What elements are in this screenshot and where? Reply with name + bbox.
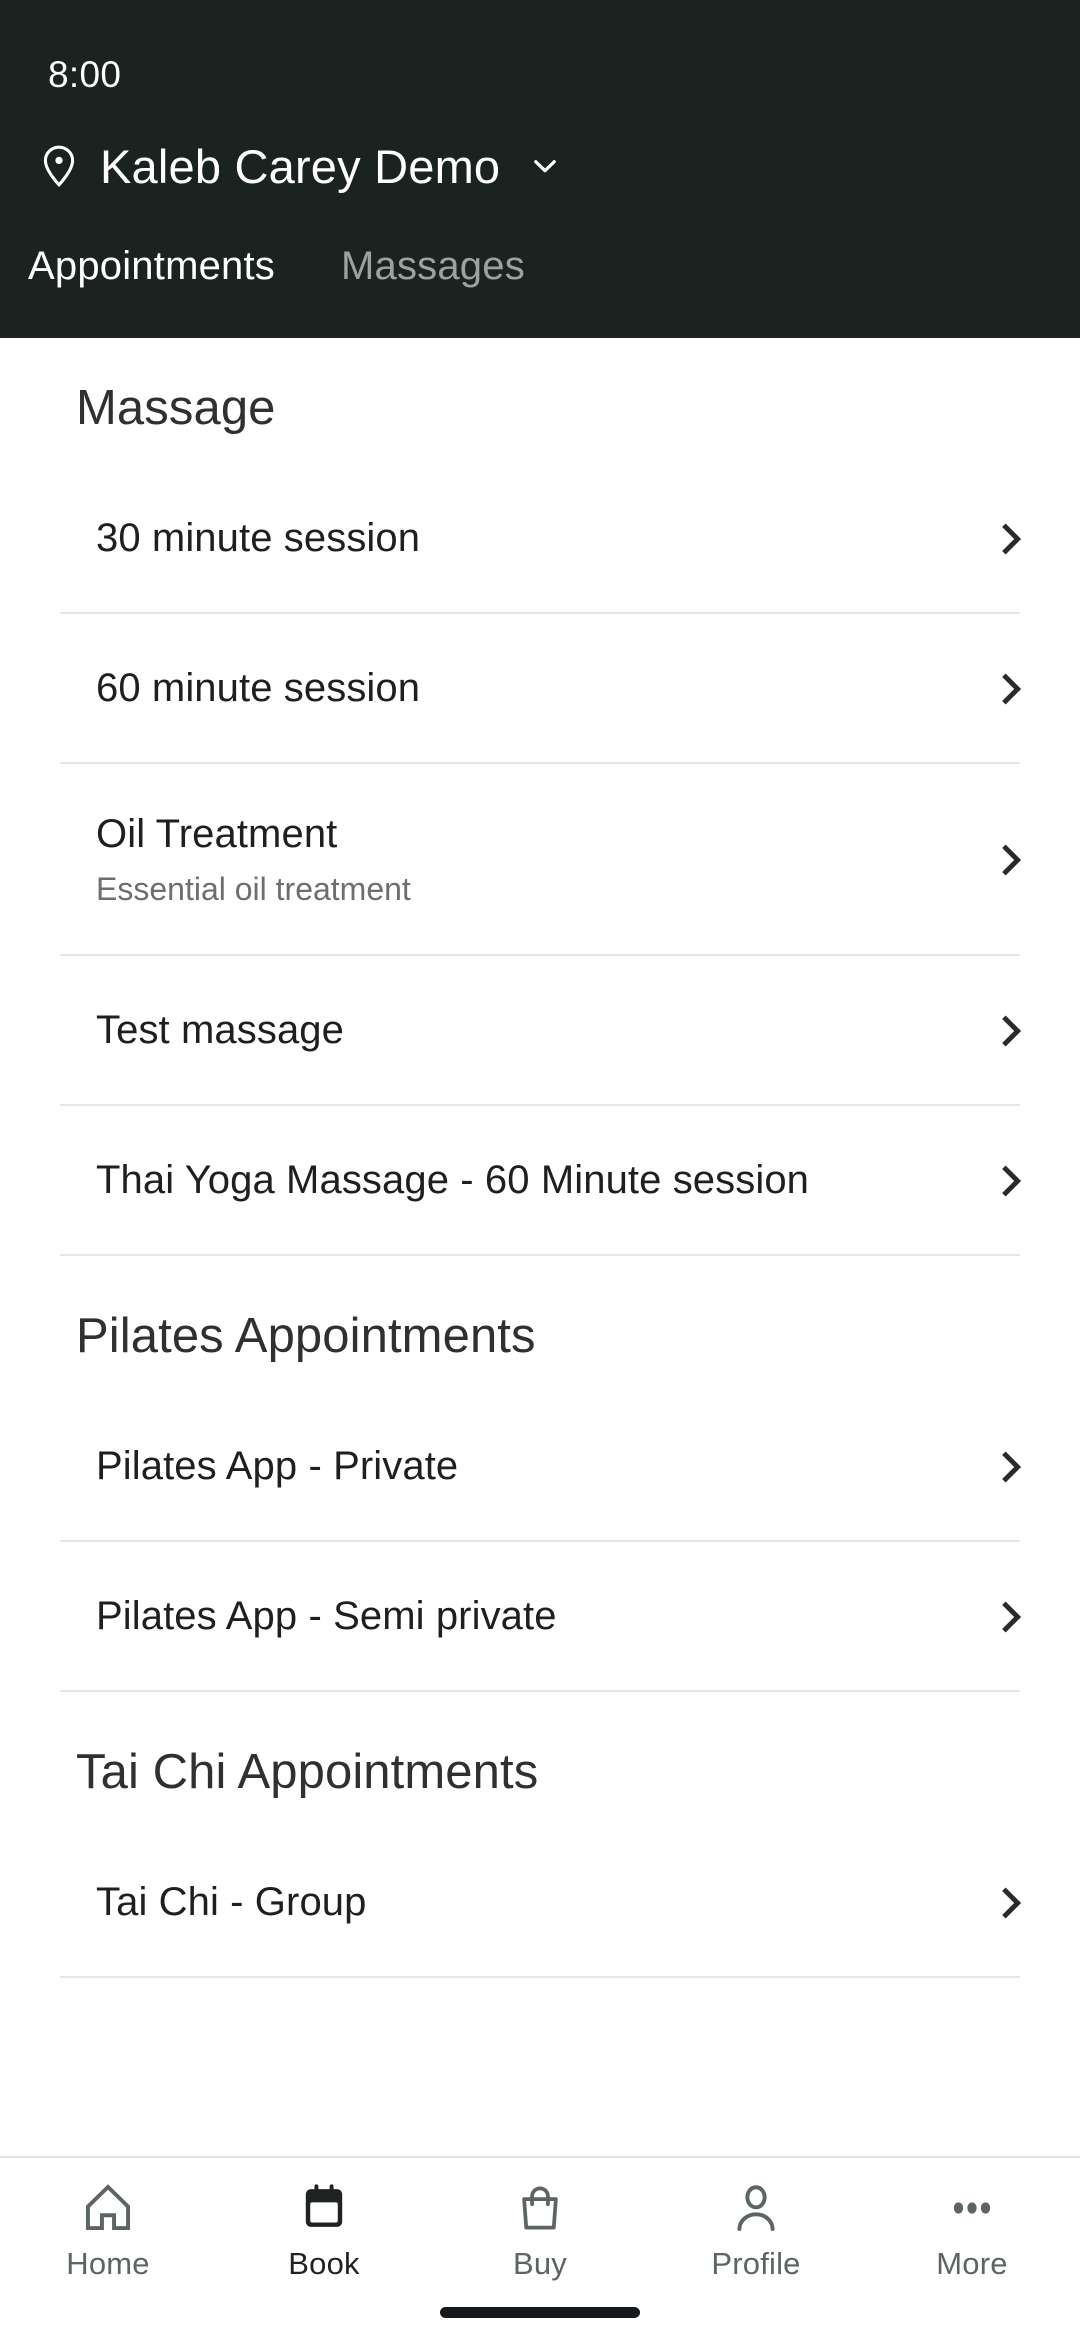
nav-item-label: Profile: [711, 2246, 801, 2281]
chevron-right-icon[interactable]: [992, 1162, 1030, 1200]
person-icon: [737, 2185, 775, 2231]
location-name: Kaleb Carey Demo: [100, 139, 501, 193]
chevron-right-icon[interactable]: [992, 520, 1030, 558]
shopping-bag-icon: [522, 2186, 558, 2230]
list-item-title: Test massage: [96, 1008, 344, 1053]
nav-item-buy[interactable]: Buy: [432, 2180, 648, 2282]
chevron-right-icon[interactable]: [992, 1448, 1030, 1486]
list-item-texts: Thai Yoga Massage - 60 Minute session: [96, 1157, 968, 1204]
list-item-texts: 30 minute session: [96, 515, 968, 562]
list-item-title: 60 minute session: [96, 666, 421, 711]
list-item-texts: Tai Chi - Group: [96, 1879, 968, 1926]
list-item[interactable]: Test massage: [0, 956, 1080, 1106]
map-pin-icon: [43, 145, 75, 187]
list-item-title: Tai Chi - Group: [96, 1880, 367, 1925]
nav-item-label: Buy: [512, 2246, 568, 2281]
list-item[interactable]: Tai Chi - Group: [0, 1828, 1080, 1978]
list-item[interactable]: 60 minute session: [0, 614, 1080, 764]
nav-item-home[interactable]: Home: [0, 2180, 216, 2282]
list-item[interactable]: Thai Yoga Massage - 60 Minute session: [0, 1106, 1080, 1256]
section-massage: Massage 30 minute session 60 minute sess…: [0, 338, 1080, 1256]
chevron-right-icon[interactable]: [992, 1012, 1030, 1050]
list-item-texts: Pilates App - Private: [96, 1443, 968, 1490]
nav-item-more[interactable]: More: [864, 2180, 1080, 2282]
nav-item-label: Home: [66, 2246, 150, 2281]
section-heading: Tai Chi Appointments: [76, 1745, 539, 1799]
status-bar: 8:00: [0, 44, 1080, 106]
ellipsis-icon: [953, 2202, 991, 2214]
section-heading: Pilates Appointments: [76, 1309, 536, 1363]
section-pilates-appointments: Pilates Appointments Pilates App - Priva…: [0, 1256, 1080, 1692]
list-item-title: 30 minute session: [96, 516, 421, 561]
location-selector[interactable]: Kaleb Carey Demo: [0, 106, 1080, 226]
nav-item-book[interactable]: Book: [216, 2180, 432, 2282]
list-item[interactable]: 30 minute session: [0, 464, 1080, 614]
list-item[interactable]: Pilates App - Private: [0, 1392, 1080, 1542]
list-item-title: Pilates App - Semi private: [96, 1594, 557, 1639]
chevron-right-icon[interactable]: [992, 1598, 1030, 1636]
nav-item-label: More: [936, 2246, 1008, 2281]
list-item-texts: 60 minute session: [96, 665, 968, 712]
list-item-title: Thai Yoga Massage - 60 Minute session: [96, 1158, 810, 1203]
list-item-subtitle: Essential oil treatment: [96, 871, 411, 908]
list-item[interactable]: Oil Treatment Essential oil treatment: [0, 764, 1080, 956]
tab-appointments[interactable]: Appointments: [28, 244, 305, 289]
list-item-texts: Test massage: [96, 1007, 968, 1054]
list-item-title: Pilates App - Private: [96, 1444, 459, 1489]
list-item-texts: Pilates App - Semi private: [96, 1593, 968, 1640]
list-item-texts: Oil Treatment Essential oil treatment: [96, 811, 968, 909]
calendar-icon: [305, 2184, 343, 2227]
nav-item-profile[interactable]: Profile: [648, 2180, 864, 2282]
status-bar-clock: 8:00: [48, 54, 122, 95]
app-screen: 8:00 Kaleb Carey Demo Appointments Massa…: [0, 0, 1080, 2340]
app-header: 8:00 Kaleb Carey Demo Appointments Massa…: [0, 0, 1080, 338]
chevron-right-icon[interactable]: [992, 841, 1030, 879]
chevron-down-icon[interactable]: [528, 149, 562, 183]
nav-item-label: Book: [288, 2246, 360, 2281]
chevron-right-icon[interactable]: [992, 1884, 1030, 1922]
list-item-title: Oil Treatment: [96, 812, 338, 857]
chevron-right-icon[interactable]: [992, 670, 1030, 708]
tab-bar: Appointments Massages: [0, 226, 1080, 338]
section-heading: Massage: [76, 381, 276, 435]
services-list[interactable]: Massage 30 minute session 60 minute sess…: [0, 338, 1080, 2156]
tab-massages[interactable]: Massages: [341, 244, 555, 289]
home-indicator: [440, 2307, 640, 2318]
list-item[interactable]: Pilates App - Semi private: [0, 1542, 1080, 1692]
home-icon: [85, 2184, 131, 2231]
section-tai-chi-appointments: Tai Chi Appointments Tai Chi - Group: [0, 1692, 1080, 1978]
